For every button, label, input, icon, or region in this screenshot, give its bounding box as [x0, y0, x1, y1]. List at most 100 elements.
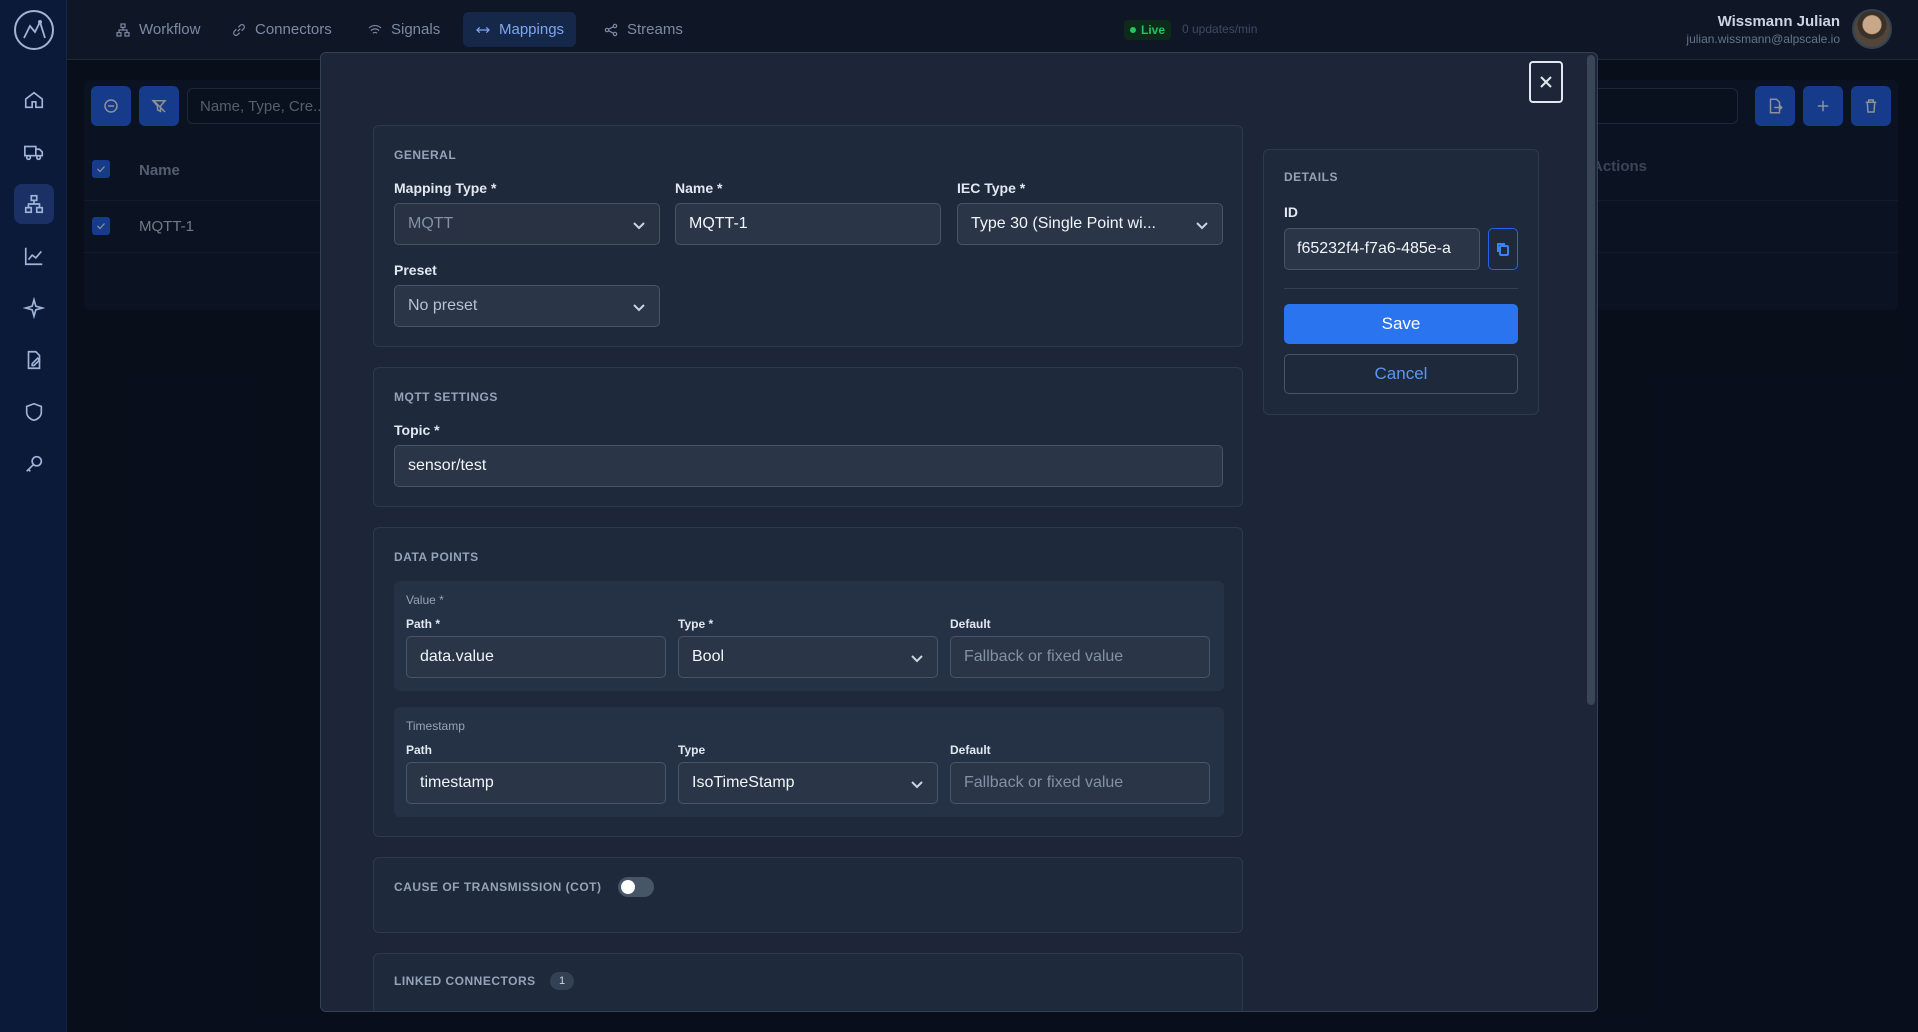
- mappings-hierarchy-icon[interactable]: [14, 184, 54, 224]
- preset-select[interactable]: No preset: [394, 285, 660, 327]
- live-badge: Live: [1124, 20, 1172, 40]
- chart-line-icon[interactable]: [14, 236, 54, 276]
- iec-type-value: Type 30 (Single Point wi...: [971, 215, 1156, 232]
- sparkles-icon[interactable]: [14, 288, 54, 328]
- top-nav: Workflow Connectors Signals Mappings Str…: [67, 0, 1918, 60]
- shield-icon[interactable]: [14, 392, 54, 432]
- mapping-type-select[interactable]: MQTT: [394, 203, 660, 245]
- topic-value: sensor/test: [408, 457, 487, 474]
- data-points-title: DATA POINTS: [394, 550, 479, 564]
- tab-mappings[interactable]: Mappings: [463, 12, 577, 47]
- mqtt-settings-title: MQTT SETTINGS: [394, 390, 498, 404]
- value-type-label: Type *: [678, 617, 714, 631]
- linked-connectors-title: LINKED CONNECTORS: [394, 974, 536, 988]
- preset-label: Preset: [394, 262, 437, 278]
- tab-label: Streams: [627, 21, 683, 38]
- timestamp-block: Timestamp Path timestamp Type IsoTimeSta…: [394, 707, 1224, 817]
- toggle-knob: [621, 880, 635, 894]
- tab-label: Connectors: [255, 21, 332, 38]
- key-icon[interactable]: [14, 444, 54, 484]
- details-title: DETAILS: [1284, 170, 1338, 184]
- timestamp-default-input[interactable]: Fallback or fixed value: [950, 762, 1210, 804]
- cot-section: CAUSE OF TRANSMISSION (COT): [373, 857, 1243, 933]
- mqtt-settings-section: MQTT SETTINGS Topic * sensor/test: [373, 367, 1243, 507]
- timestamp-block-title: Timestamp: [406, 719, 465, 733]
- value-default-input[interactable]: Fallback or fixed value: [950, 636, 1210, 678]
- app-logo-icon[interactable]: [14, 10, 54, 50]
- share-icon: [604, 23, 618, 36]
- topic-label: Topic *: [394, 422, 440, 438]
- user-name: Wissmann Julian: [1717, 13, 1840, 30]
- timestamp-type-label: Type: [678, 743, 706, 757]
- value-block: Value * Path * data.value Type * Bool De…: [394, 581, 1224, 691]
- live-dot-icon: [1130, 27, 1136, 33]
- value-default-label: Default: [950, 617, 991, 631]
- iec-type-select[interactable]: Type 30 (Single Point wi...: [957, 203, 1223, 245]
- left-rail: [0, 0, 67, 1032]
- truck-icon[interactable]: [14, 132, 54, 172]
- iec-type-label: IEC Type *: [957, 180, 1026, 196]
- timestamp-path-input[interactable]: timestamp: [406, 762, 666, 804]
- tab-streams[interactable]: Streams: [591, 12, 695, 47]
- value-type-select[interactable]: Bool: [678, 636, 938, 678]
- arrows-horizontal-icon: [476, 26, 490, 33]
- tab-workflow[interactable]: Workflow: [103, 12, 212, 47]
- value-default-placeholder: Fallback or fixed value: [964, 648, 1124, 665]
- chevron-down-icon: [632, 218, 646, 232]
- tab-signals[interactable]: Signals: [355, 12, 452, 47]
- id-value: f65232f4-f7a6-485e-a: [1297, 240, 1451, 257]
- modal-scrollbar[interactable]: [1587, 55, 1595, 705]
- value-path-value: data.value: [420, 648, 494, 665]
- file-edit-icon[interactable]: [14, 340, 54, 380]
- live-label: Live: [1141, 23, 1166, 37]
- wifi-icon: [368, 24, 382, 34]
- tab-label: Mappings: [499, 21, 565, 38]
- timestamp-type-value: IsoTimeStamp: [692, 774, 795, 791]
- value-type-value: Bool: [692, 648, 725, 665]
- general-title: GENERAL: [394, 148, 457, 162]
- name-value: MQTT-1: [689, 215, 748, 232]
- tab-connectors[interactable]: Connectors: [219, 12, 344, 47]
- timestamp-path-value: timestamp: [420, 774, 494, 791]
- cot-toggle[interactable]: [618, 877, 654, 897]
- close-button[interactable]: [1529, 61, 1563, 103]
- chevron-down-icon: [632, 300, 646, 314]
- copy-icon: [1497, 243, 1509, 256]
- preset-value: No preset: [408, 297, 478, 314]
- details-divider: [1284, 288, 1518, 289]
- timestamp-path-label: Path: [406, 743, 433, 757]
- timestamp-default-label: Default: [950, 743, 991, 757]
- tab-label: Workflow: [139, 21, 201, 38]
- linked-connectors-section: LINKED CONNECTORS 1: [373, 953, 1243, 1011]
- link-icon: [233, 23, 245, 36]
- save-button[interactable]: Save: [1284, 304, 1518, 344]
- name-label: Name *: [675, 180, 723, 196]
- topic-input[interactable]: sensor/test: [394, 445, 1223, 487]
- value-path-label: Path *: [406, 617, 441, 631]
- close-icon: [1540, 76, 1552, 88]
- copy-id-button[interactable]: [1488, 228, 1518, 270]
- mapping-type-label: Mapping Type *: [394, 180, 497, 196]
- edit-mapping-modal: GENERAL Mapping Type * MQTT Name * MQTT-…: [320, 52, 1598, 1012]
- cot-title: CAUSE OF TRANSMISSION (COT): [394, 880, 602, 894]
- value-block-title: Value *: [406, 593, 444, 607]
- value-path-input[interactable]: data.value: [406, 636, 666, 678]
- home-icon[interactable]: [14, 80, 54, 120]
- id-label: ID: [1284, 204, 1298, 220]
- tab-label: Signals: [391, 21, 441, 38]
- name-input[interactable]: MQTT-1: [675, 203, 941, 245]
- timestamp-default-placeholder: Fallback or fixed value: [964, 774, 1124, 791]
- details-panel: DETAILS ID f65232f4-f7a6-485e-a Save Can…: [1263, 149, 1539, 415]
- mapping-type-value: MQTT: [408, 215, 454, 232]
- linked-count-badge: 1: [550, 972, 574, 990]
- avatar[interactable]: [1852, 9, 1892, 49]
- cancel-button[interactable]: Cancel: [1284, 354, 1518, 394]
- updates-rate: 0 updates/min: [1182, 22, 1258, 36]
- chevron-down-icon: [910, 651, 924, 665]
- data-points-section: DATA POINTS Value * Path * data.value Ty…: [373, 527, 1243, 837]
- id-input[interactable]: f65232f4-f7a6-485e-a: [1284, 228, 1480, 270]
- workflow-icon: [116, 22, 130, 37]
- chevron-down-icon: [1195, 218, 1209, 232]
- timestamp-type-select[interactable]: IsoTimeStamp: [678, 762, 938, 804]
- general-section: GENERAL Mapping Type * MQTT Name * MQTT-…: [373, 125, 1243, 347]
